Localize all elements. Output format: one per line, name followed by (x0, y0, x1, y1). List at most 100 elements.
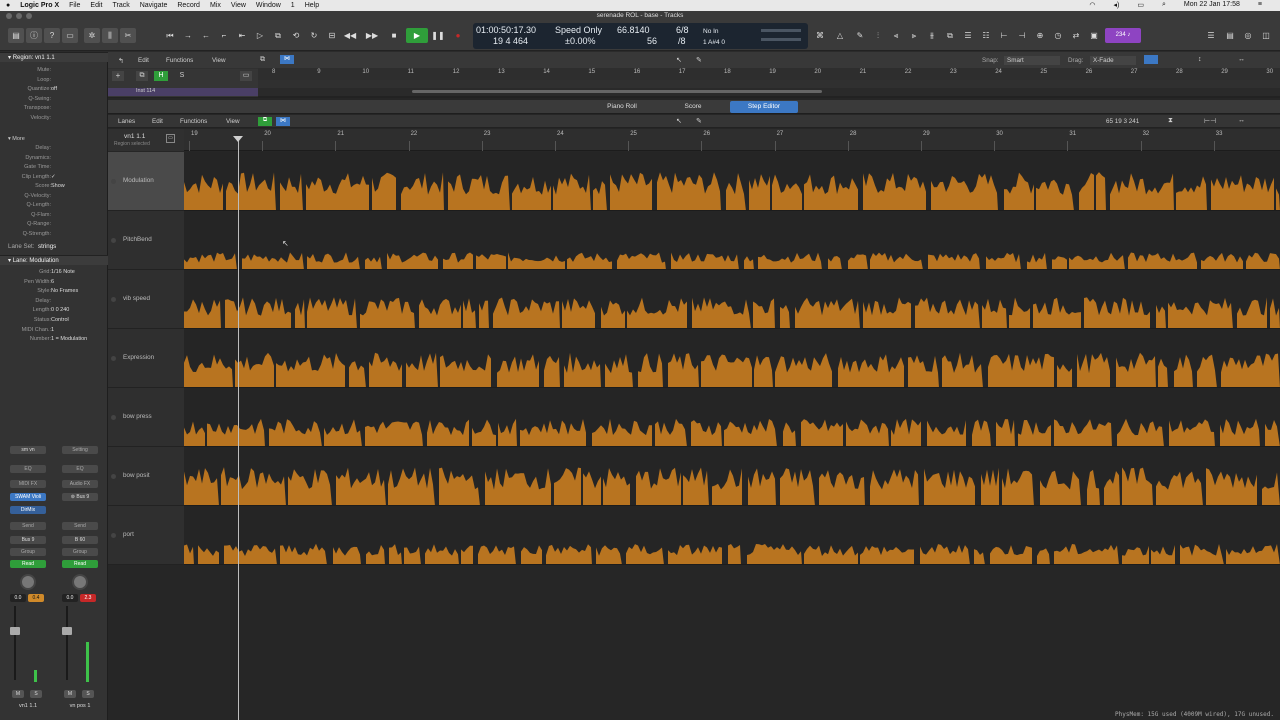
clock[interactable]: Mon 22 Jan 17:58 (1184, 1, 1240, 9)
controller-event[interactable] (848, 254, 868, 270)
tracks-ruler[interactable]: 8 9 10 11 12 13 14 15 16 17 18 19 20 21 22 23 24 25 26 27 28… (258, 68, 1280, 80)
tracks-menu-functions[interactable]: Functions (166, 57, 193, 64)
controller-event[interactable] (485, 468, 551, 506)
controller-event[interactable] (1158, 358, 1168, 388)
library-icon[interactable]: ▤ (8, 28, 24, 43)
menu-track[interactable]: Track (112, 2, 129, 9)
lane-header[interactable]: bow press (108, 388, 184, 447)
controller-event[interactable] (701, 354, 752, 388)
close-window-icon[interactable] (6, 13, 12, 19)
volume-icon[interactable]: ◂) (1113, 1, 1119, 9)
midi-in-icon[interactable]: ⧉ (258, 117, 272, 126)
playhead-handle-icon[interactable] (233, 136, 243, 142)
controller-event[interactable] (184, 174, 223, 211)
lane-select-icon[interactable] (111, 179, 116, 184)
param-value[interactable]: 1 = Modulation (51, 335, 87, 344)
inspector-row[interactable]: Dynamics: (0, 154, 108, 163)
horizontal-zoom-icon[interactable]: ↔ (1238, 56, 1245, 63)
controller-event[interactable] (1096, 172, 1106, 211)
controller-event[interactable] (1265, 420, 1280, 447)
controller-event[interactable] (712, 468, 742, 506)
cpu-meter[interactable]: 234 ♪ (1105, 28, 1141, 43)
controller-event[interactable] (554, 467, 581, 506)
controller-event[interactable] (1221, 353, 1280, 388)
controller-event[interactable] (801, 419, 843, 447)
controller-event[interactable] (988, 353, 1054, 388)
controller-event[interactable] (440, 354, 491, 388)
controller-event[interactable] (1176, 176, 1207, 211)
track-list-icon[interactable]: ▭ (240, 71, 252, 81)
controller-event[interactable] (448, 174, 510, 211)
setting-button[interactable]: Setting (62, 446, 98, 454)
hide-button[interactable]: H (154, 71, 168, 81)
send-button[interactable]: Send (62, 522, 98, 530)
add-track-icon[interactable]: + (112, 71, 124, 81)
controller-event[interactable] (1087, 469, 1100, 506)
repeat-icon[interactable]: ↻ (306, 28, 322, 43)
inspector-row[interactable]: Gate Time: (0, 163, 108, 172)
controller-event[interactable] (1027, 252, 1047, 270)
history-icon[interactable]: ◷ (1050, 28, 1066, 43)
controller-event[interactable] (366, 545, 385, 565)
controller-event[interactable] (636, 467, 681, 506)
controller-event[interactable] (1122, 467, 1153, 506)
controller-event[interactable] (184, 299, 221, 329)
controller-event[interactable] (295, 299, 305, 329)
solo-global-button[interactable]: S (176, 71, 188, 81)
controller-event[interactable] (1156, 304, 1166, 329)
controller-event[interactable] (754, 355, 773, 388)
controller-event[interactable] (1262, 472, 1280, 506)
controller-event[interactable] (683, 467, 709, 506)
controller-event[interactable] (1004, 172, 1034, 211)
controller-event[interactable] (221, 467, 286, 506)
inspector-row[interactable]: Velocity: (0, 114, 108, 123)
lane-select-icon[interactable] (111, 356, 116, 361)
controller-event[interactable] (564, 352, 601, 388)
volume-fader[interactable] (62, 627, 72, 635)
controller-event[interactable] (1226, 544, 1280, 565)
controller-event[interactable] (638, 353, 663, 388)
controller-event[interactable] (972, 419, 991, 447)
controller-event[interactable] (626, 544, 664, 565)
param-value[interactable]: Show (51, 182, 65, 191)
param-value[interactable]: 6 (51, 278, 54, 287)
lane-events[interactable] (184, 270, 1280, 329)
controller-event[interactable] (691, 420, 722, 447)
controller-event[interactable] (1168, 297, 1233, 329)
controller-event[interactable] (443, 252, 473, 270)
toolbar-icon[interactable]: ▭ (62, 28, 78, 43)
controller-event[interactable] (1117, 418, 1164, 447)
controller-event[interactable] (1033, 297, 1081, 329)
pan-knob[interactable] (72, 574, 88, 590)
controller-event[interactable] (627, 297, 687, 329)
marquee-icon[interactable]: ⌐ (216, 28, 232, 43)
controller-event[interactable] (276, 353, 345, 388)
tab-step-editor[interactable]: Step Editor (730, 101, 798, 113)
controller-event[interactable] (389, 544, 402, 565)
controller-event[interactable] (493, 297, 560, 329)
controller-event[interactable] (726, 172, 746, 211)
controller-event[interactable] (1084, 297, 1150, 329)
controller-event[interactable] (1009, 297, 1030, 329)
controller-event[interactable] (427, 419, 469, 447)
editor-pointer-icon[interactable]: ↖ (676, 117, 682, 125)
editor-hzoom-icon[interactable]: ↔ (1238, 117, 1245, 124)
controller-event[interactable] (863, 297, 911, 329)
controller-event[interactable] (226, 172, 276, 211)
menu-navigate[interactable]: Navigate (140, 2, 168, 9)
controller-event[interactable] (387, 252, 438, 270)
controller-event[interactable] (508, 252, 565, 270)
controller-event[interactable] (1151, 545, 1175, 565)
controller-event[interactable] (269, 419, 322, 447)
list-editors-icon[interactable]: ☰ (1203, 28, 1219, 43)
controller-event[interactable] (567, 252, 612, 270)
param-value[interactable]: No Frames (51, 287, 78, 296)
count-in-icon[interactable]: ✎ (852, 28, 868, 43)
inspector-row[interactable]: Grid: 1/16 Note (0, 268, 108, 277)
inspector-row[interactable]: Quantize: off (0, 85, 108, 94)
controller-event[interactable] (657, 172, 721, 211)
controller-event[interactable] (1211, 175, 1274, 211)
in-point-icon[interactable]: ⊢ (996, 28, 1012, 43)
controller-event[interactable] (860, 546, 914, 565)
controller-event[interactable] (512, 176, 551, 211)
